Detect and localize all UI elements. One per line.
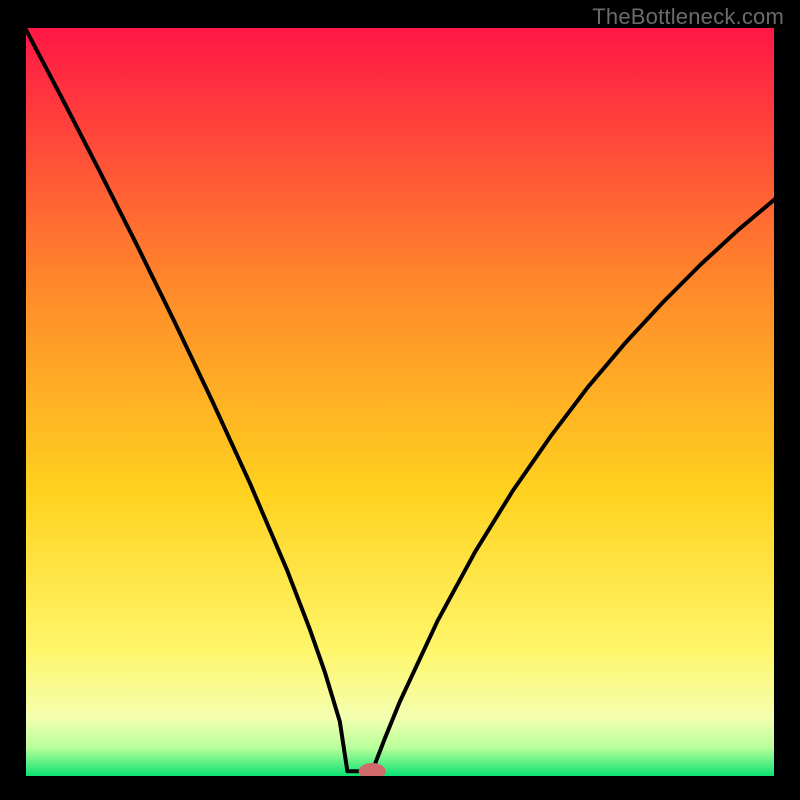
plot-frame <box>24 26 776 778</box>
plot-svg <box>24 26 776 778</box>
watermark-text: TheBottleneck.com <box>592 4 784 30</box>
chart-stage: TheBottleneck.com <box>0 0 800 800</box>
background-gradient <box>24 26 776 778</box>
